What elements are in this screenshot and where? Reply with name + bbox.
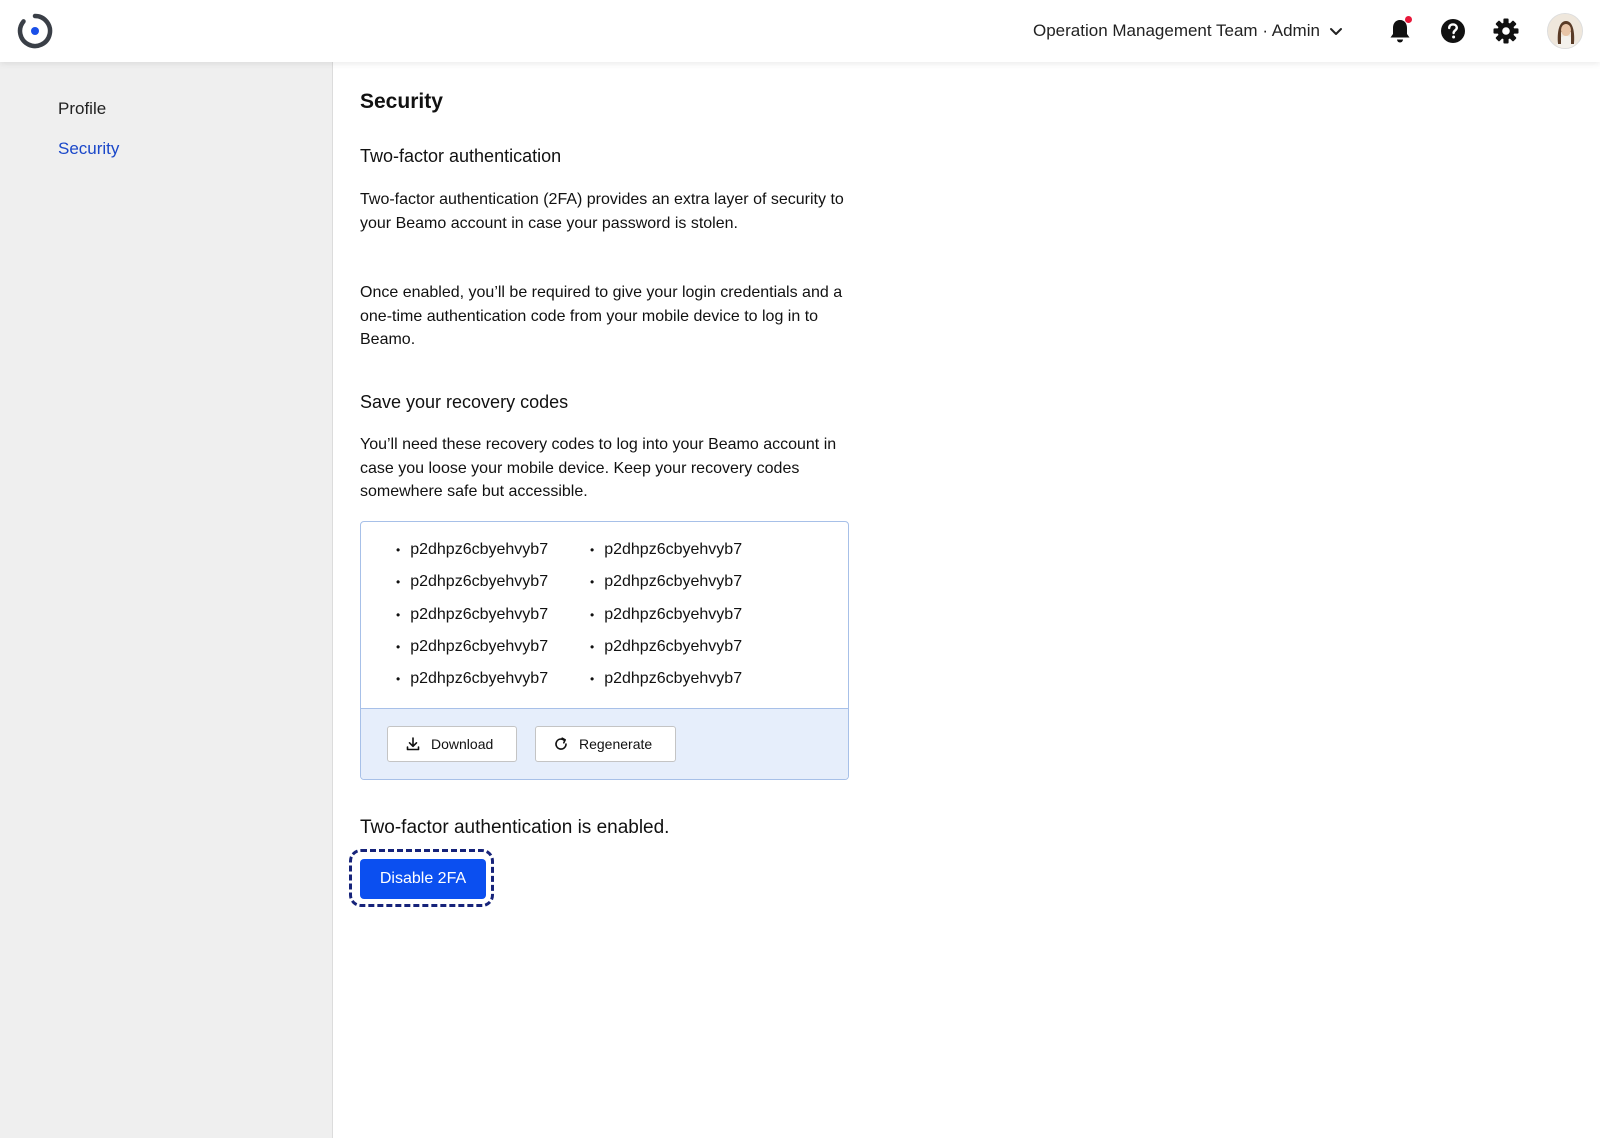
recovery-code: • p2dhpz6cbyehvyb7 bbox=[396, 541, 549, 559]
two-factor-status: Two-factor authentication is enabled. bbox=[360, 817, 670, 838]
page-title: Security bbox=[360, 90, 443, 113]
recovery-code: • p2dhpz6cbyehvyb7 bbox=[396, 638, 549, 656]
two-factor-heading: Two-factor authentication bbox=[360, 146, 562, 166]
download-label: Download bbox=[431, 736, 494, 752]
help-button[interactable] bbox=[1438, 16, 1468, 46]
recovery-code: • p2dhpz6cbyehvyb7 bbox=[590, 605, 743, 623]
download-button[interactable]: Download bbox=[387, 726, 517, 762]
notifications-button[interactable] bbox=[1385, 16, 1415, 46]
settings-button[interactable] bbox=[1491, 16, 1521, 46]
recovery-codes-box: • p2dhpz6cbyehvyb7 • p2dhpz6cbyehvyb7 • p2d… bbox=[360, 521, 849, 780]
avatar[interactable] bbox=[1547, 13, 1583, 49]
recovery-codes-list: • p2dhpz6cbyehvyb7 • p2dhpz6cbyehvyb7 • p2d… bbox=[361, 522, 848, 708]
gear-icon bbox=[1493, 18, 1519, 44]
avatar-image bbox=[1548, 14, 1582, 48]
recovery-description: You’ll need these recovery codes to log … bbox=[360, 436, 837, 500]
logo-icon[interactable] bbox=[17, 13, 53, 49]
team-switcher[interactable]: Operation Management Team · Admin bbox=[1033, 18, 1344, 44]
top-bar: Operation Management Team · Admin bbox=[0, 0, 1600, 62]
sidebar-item-security[interactable]: Security bbox=[58, 139, 119, 159]
chevron-down-icon bbox=[1329, 28, 1342, 35]
recovery-code: • p2dhpz6cbyehvyb7 bbox=[590, 541, 743, 559]
regenerate-label: Regenerate bbox=[579, 736, 653, 752]
recovery-codes-actions: Download Regenerate bbox=[361, 708, 848, 779]
two-factor-requirements: Once enabled, you’ll be required to give… bbox=[360, 284, 843, 348]
notification-dot bbox=[1405, 16, 1412, 23]
recovery-code: • p2dhpz6cbyehvyb7 bbox=[396, 605, 549, 623]
recovery-code: • p2dhpz6cbyehvyb7 bbox=[396, 573, 549, 591]
disable-2fa-button[interactable]: Disable 2FA bbox=[360, 859, 486, 899]
recovery-code: • p2dhpz6cbyehvyb7 bbox=[590, 573, 743, 591]
team-label: Operation Management Team · Admin bbox=[1033, 21, 1320, 40]
two-factor-description: Two-factor authentication (2FA) provides… bbox=[360, 191, 844, 232]
recovery-heading: Save your recovery codes bbox=[360, 392, 569, 412]
recovery-code: • p2dhpz6cbyehvyb7 bbox=[396, 670, 549, 688]
refresh-icon bbox=[555, 737, 567, 750]
download-icon bbox=[406, 737, 420, 751]
sidebar-item-profile[interactable]: Profile bbox=[58, 99, 106, 119]
recovery-code: • p2dhpz6cbyehvyb7 bbox=[590, 638, 743, 656]
recovery-code: • p2dhpz6cbyehvyb7 bbox=[590, 670, 743, 688]
regenerate-button[interactable]: Regenerate bbox=[535, 726, 676, 762]
help-icon bbox=[1441, 19, 1465, 43]
sidebar: Profile Security bbox=[0, 62, 333, 1138]
